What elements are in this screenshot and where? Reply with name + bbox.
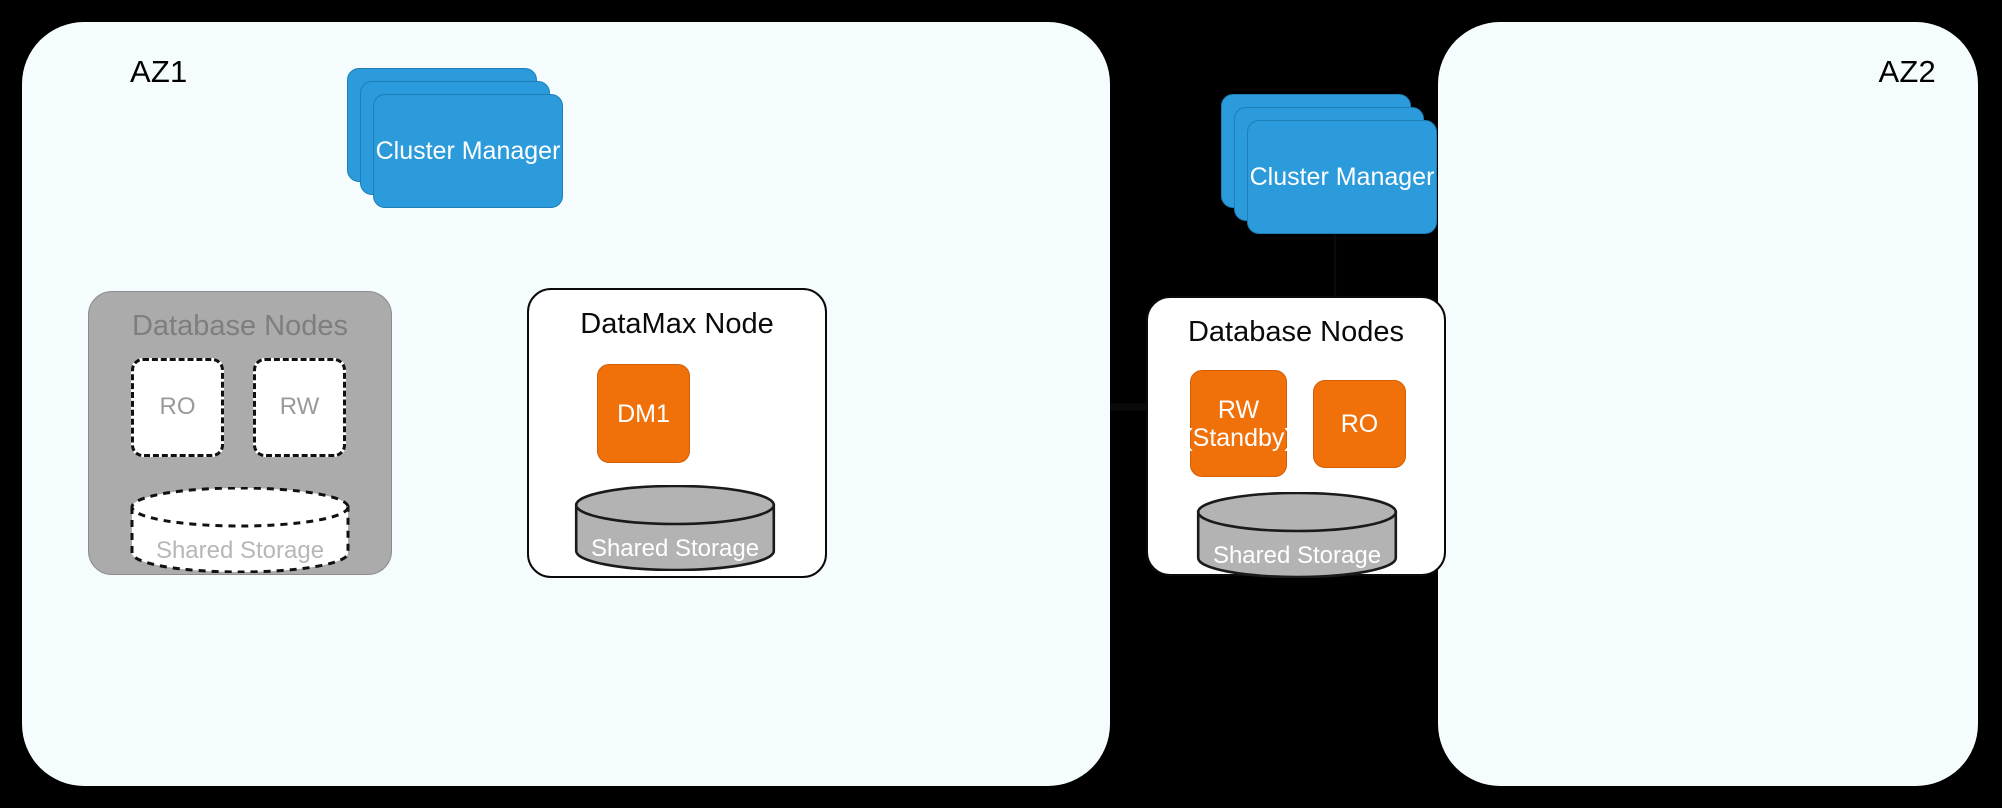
availability-zone-az2: AZ2 Cluster Manager Database Nodes RW (S…	[1146, 22, 1978, 786]
az1-label: AZ1	[130, 54, 188, 89]
database-nodes-group-az1: Database Nodes RO RW Shared Storage	[88, 291, 392, 575]
datamax-node-title: DataMax Node	[580, 308, 774, 340]
shared-storage-label: Shared Storage	[590, 535, 760, 562]
diagram-canvas: AZ1 Cluster Manager Database Nodes RO RW…	[0, 0, 2002, 808]
availability-zone-az1: AZ1 Cluster Manager Database Nodes RO RW…	[22, 22, 1110, 786]
datamax-node-group: DataMax Node DM1 Shared Storage	[527, 288, 827, 578]
node-rw-az1: RW	[253, 358, 346, 457]
shared-storage-label: Shared Storage	[155, 537, 325, 564]
cluster-manager-label: Cluster Manager	[375, 137, 561, 165]
cluster-manager-az1[interactable]: Cluster Manager	[347, 68, 563, 208]
database-nodes-title: Database Nodes	[1187, 316, 1405, 348]
shared-storage-az2: Shared Storage	[1196, 492, 1398, 578]
cluster-manager-label: Cluster Manager	[1249, 163, 1435, 191]
az2-label: AZ2	[1878, 54, 1936, 89]
node-rw-standby-az2[interactable]: RW (Standby)	[1184, 370, 1293, 477]
shared-storage-az1: Shared Storage	[129, 487, 351, 573]
database-nodes-title: Database Nodes	[131, 310, 349, 342]
shared-storage-datamax: Shared Storage	[574, 485, 776, 571]
cluster-manager-az2[interactable]: Cluster Manager	[1221, 94, 1437, 234]
node-ro-az1: RO	[131, 358, 224, 457]
database-nodes-group-az2: Database Nodes RW (Standby) RO Shared St…	[1146, 296, 1446, 578]
node-ro-az2[interactable]: RO	[1313, 380, 1406, 468]
node-dm1[interactable]: DM1	[597, 364, 690, 463]
shared-storage-label: Shared Storage	[1212, 542, 1382, 569]
